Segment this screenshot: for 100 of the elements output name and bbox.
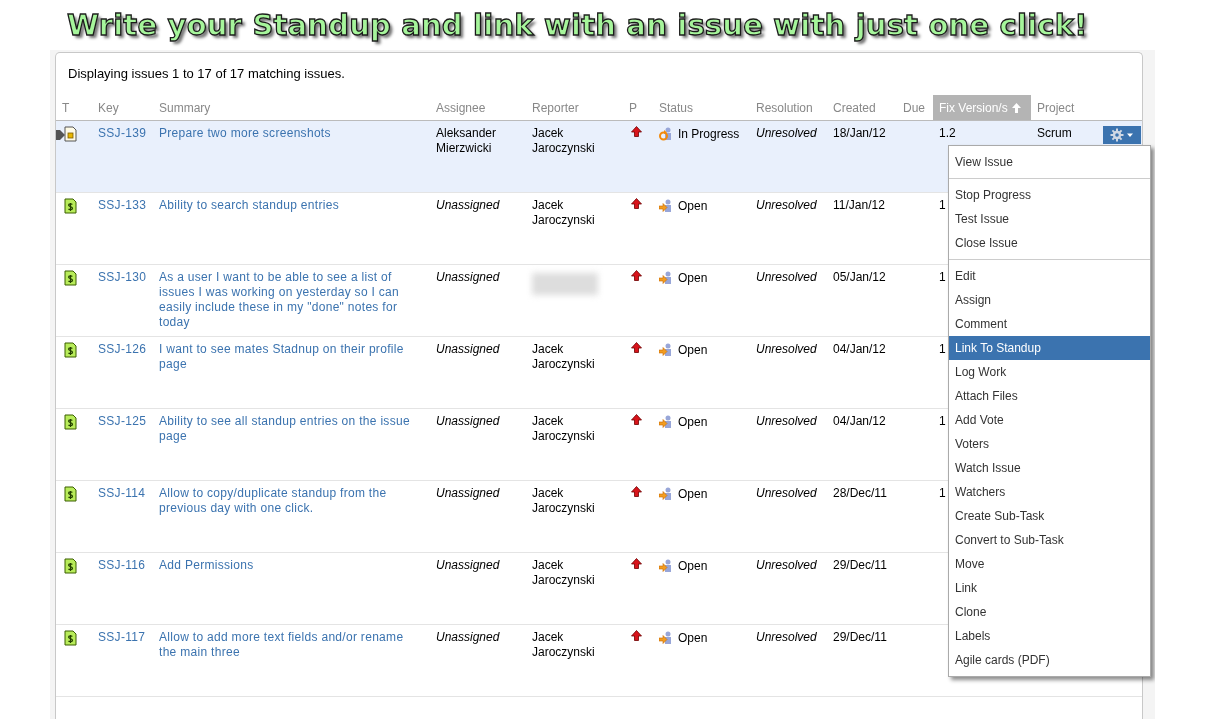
issue-summary-link[interactable]: Allow to copy/duplicate standup from the previous day with one click. [159,486,424,516]
created-date: 29/Dec/11 [833,630,887,644]
created-date: 04/Jan/12 [833,342,886,356]
issue-summary-link[interactable]: Prepare two more screenshots [159,126,424,141]
column-header[interactable]: Key [98,100,119,115]
reporter-text: Jacek Jaroczynski [532,630,595,659]
issue-summary-link[interactable]: Add Permissions [159,558,424,573]
column-header[interactable]: Reporter [532,100,579,115]
resolution-text: Unresolved [756,198,817,212]
created-date: 29/Dec/11 [833,558,887,572]
issue-key-link[interactable]: SSJ-133 [98,198,147,212]
menu-item[interactable]: Agile cards (PDF) [949,648,1150,672]
assignee-text: Unassigned [436,198,500,212]
menu-item[interactable]: Watch Issue [949,456,1150,480]
menu-item[interactable]: Convert to Sub-Task [949,528,1150,552]
assignee-text: Unassigned [436,270,500,284]
created-date: 05/Jan/12 [833,270,886,284]
reporter-text: Jacek Jaroczynski [532,198,595,227]
issue-summary-link[interactable]: Ability to see all standup entries on the issue page [159,414,424,444]
issue-key-link[interactable]: SSJ-126 [98,342,147,356]
menu-item[interactable]: Link To Standup [949,336,1150,360]
issue-key-link[interactable]: SSJ-125 [98,414,147,428]
issue-summary-link[interactable]: Ability to search standup entries [159,198,424,213]
reporter-text: Jacek Jaroczynski [532,486,595,515]
status-text: Open [678,487,708,501]
menu-item[interactable]: Close Issue [949,231,1150,255]
issue-key-link[interactable]: SSJ-130 [98,270,147,284]
column-header[interactable]: T [62,100,70,115]
menu-item[interactable]: Log Work [949,360,1150,384]
fix-version-text: 1 [939,342,946,356]
up-arrow-icon [631,126,642,137]
menu-item[interactable]: Attach Files [949,384,1150,408]
row-pointer-icon [56,130,65,140]
reporter-text: Jacek Jaroczynski [532,342,595,371]
status-text: Open [678,343,708,357]
issue-summary-link[interactable]: Allow to add more text fields and/or rename the main three [159,630,424,660]
sort-arrow-icon [1011,102,1021,113]
resolution-text: Unresolved [756,486,817,500]
menu-item[interactable]: Edit [949,264,1150,288]
column-header[interactable]: Resolution [756,100,813,115]
created-date: 28/Dec/11 [833,486,887,500]
up-arrow-icon [631,198,642,209]
column-header[interactable]: Project [1037,100,1075,115]
status-text: Open [678,631,708,645]
status-text: Open [678,559,708,573]
column-header[interactable]: Created [833,100,876,115]
menu-item[interactable]: Voters [949,432,1150,456]
status-text: In Progress [678,127,740,141]
created-date: 18/Jan/12 [833,126,886,140]
issue-key-link[interactable]: SSJ-114 [98,486,146,500]
issue-summary-link[interactable]: I want to see mates Stadnup on their profile page [159,342,424,372]
menu-item[interactable]: Assign [949,288,1150,312]
menu-item[interactable]: Create Sub-Task [949,504,1150,528]
banner-title: Write your Standup and link with an issue with just one click! [67,8,1088,42]
fix-version-text: 1 [939,414,946,428]
assignee-text: Unassigned [436,414,500,428]
issue-summary-link[interactable]: As a user I want to be able to see a list of issues I was working on yesterday so I can easily include these in my "done" notes for today [159,270,424,330]
resolution-text: Unresolved [756,342,817,356]
up-arrow-icon [631,342,642,353]
assignee-text: Aleksander Mierzwicki [436,126,497,155]
column-header[interactable]: Summary [159,100,211,115]
fix-version-text: 1.2 [939,126,956,140]
issue-key-link[interactable]: SSJ-139 [98,126,147,140]
assignee-text: Unassigned [436,630,500,644]
up-arrow-icon [631,414,642,425]
fix-version-text: 1 [939,270,946,284]
fix-version-text: 1 [939,486,946,500]
up-arrow-icon [631,270,642,281]
menu-item[interactable]: Clone [949,600,1150,624]
status-text: Open [678,199,708,213]
menu-item[interactable]: Watchers [949,480,1150,504]
menu-item[interactable]: Link [949,576,1150,600]
menu-item[interactable]: Test Issue [949,207,1150,231]
fix-version-text: 1 [939,198,946,212]
actions-button[interactable] [1103,126,1141,144]
reporter-text: Jacek Jaroczynski [532,558,595,587]
gear-dropdown-icon [1109,128,1135,142]
menu-item[interactable]: Move [949,552,1150,576]
assignee-text: Unassigned [436,486,500,500]
menu-item[interactable]: Labels [949,624,1150,648]
status-text: Open [678,271,708,285]
reporter-text: Jacek Jaroczynski [532,414,595,443]
assignee-text: Unassigned [436,342,500,356]
up-arrow-icon [631,558,642,569]
menu-item[interactable]: View Issue [949,150,1150,174]
project-text: Scrum [1037,126,1072,140]
menu-item[interactable]: Stop Progress [949,183,1150,207]
reporter-text: Jacek Jaroczynski [532,126,595,155]
issue-key-link[interactable]: SSJ-117 [98,630,146,644]
menu-item[interactable]: Comment [949,312,1150,336]
column-header[interactable]: Due [903,100,925,115]
results-count: Displaying issues 1 to 17 of 17 matching issues. [67,65,346,83]
menu-item[interactable]: Add Vote [949,408,1150,432]
up-arrow-icon [631,486,642,497]
column-header[interactable]: Status [659,100,694,115]
created-date: 04/Jan/12 [833,414,886,428]
resolution-text: Unresolved [756,414,817,428]
column-header[interactable]: P [629,100,637,115]
issue-key-link[interactable]: SSJ-116 [98,558,146,572]
column-header[interactable]: Assignee [436,100,486,115]
